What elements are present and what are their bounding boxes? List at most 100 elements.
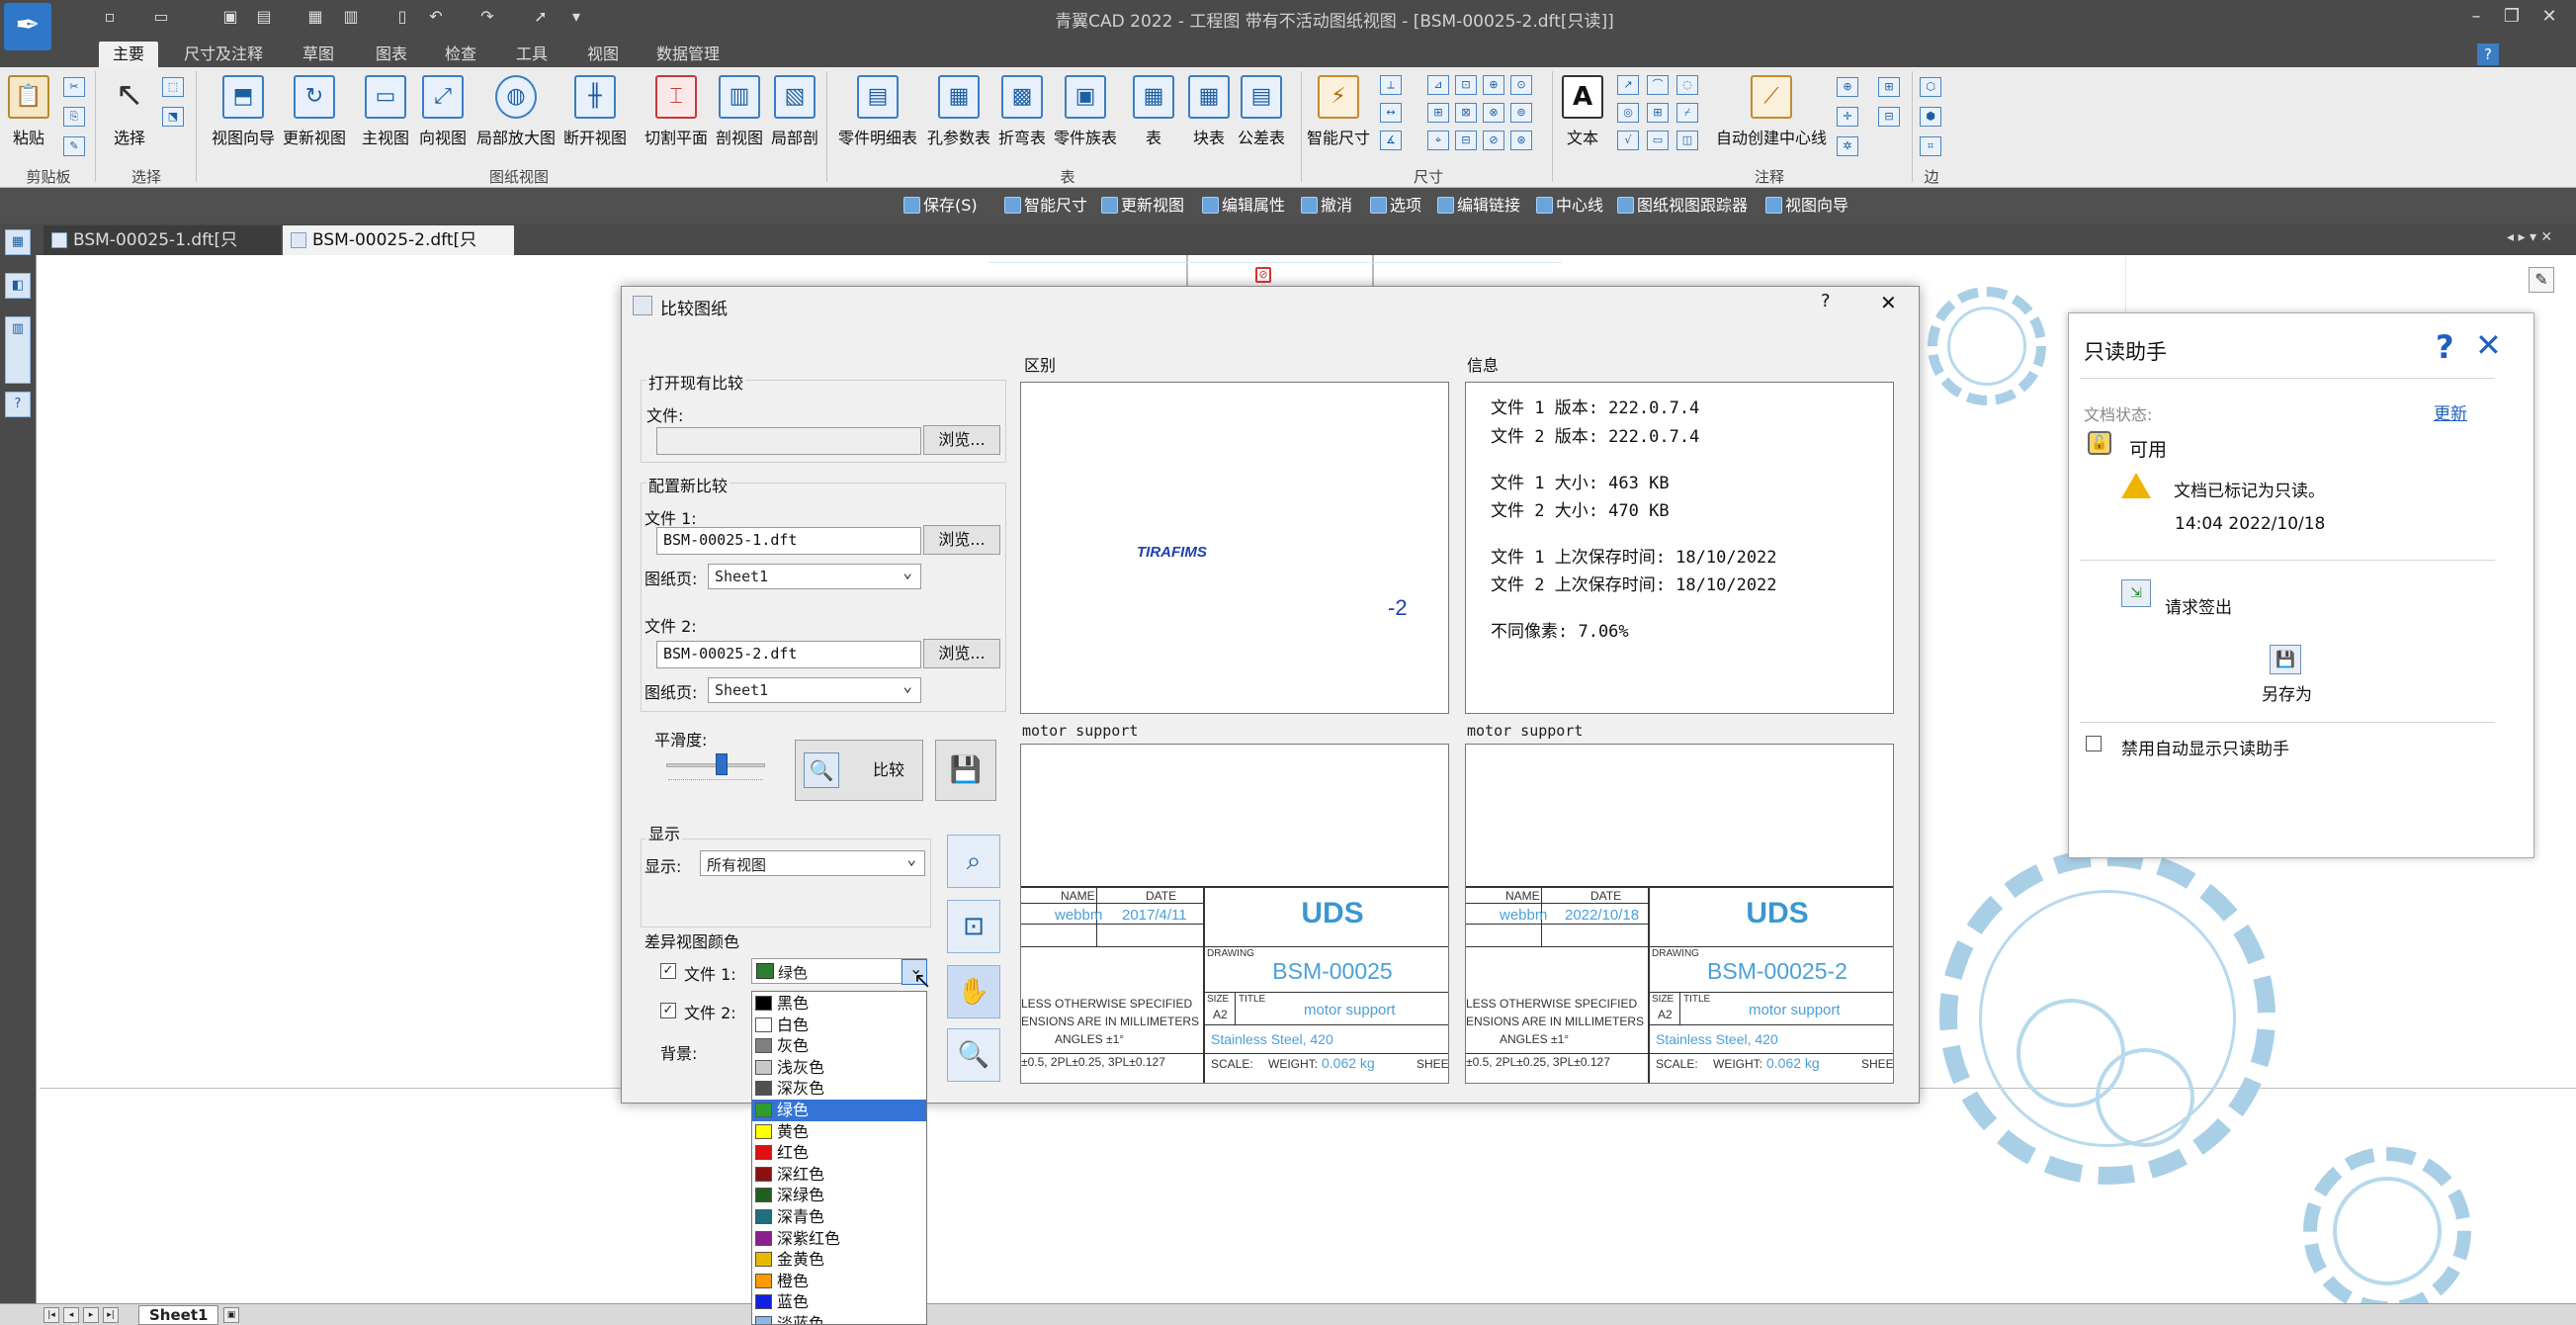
update-view-button[interactable]: ↻ 更新视图: [283, 75, 346, 148]
broken-view-button[interactable]: ╫ 断开视图: [563, 75, 627, 148]
table-icon[interactable]: ▦: [304, 6, 326, 28]
dim-tool-icon[interactable]: ⊠: [1455, 103, 1477, 123]
main-view-button[interactable]: ▭ 主视图: [362, 75, 409, 148]
preview1-panel[interactable]: NAME DATE webbm 2017/4/11 UDS DRAWING BS…: [1020, 744, 1449, 1084]
color-option[interactable]: 白色: [752, 1015, 926, 1036]
bend-table-button[interactable]: ▩ 折弯表: [998, 75, 1046, 148]
cutting-plane-button[interactable]: ⌶ 切割平面: [644, 75, 708, 148]
color-option[interactable]: 绿色: [752, 1100, 926, 1121]
dim-tool-icon[interactable]: ⊛: [1510, 131, 1532, 150]
dim-tool-icon[interactable]: ⊿: [1427, 75, 1449, 95]
add-sheet-icon[interactable]: ▣: [223, 1307, 239, 1323]
diff-preview-panel[interactable]: [1020, 382, 1449, 714]
tab-inspect[interactable]: 检查: [431, 42, 490, 67]
dim-tool-icon[interactable]: ⌖: [1427, 131, 1449, 150]
pathfinder-icon[interactable]: ▦: [5, 229, 31, 255]
tolerance-table-button[interactable]: ▤ 公差表: [1238, 75, 1285, 148]
last-sheet-icon[interactable]: ▸|: [103, 1307, 119, 1323]
file1-input[interactable]: BSM-00025-1.dft: [656, 527, 921, 555]
helper-close-icon[interactable]: ✕: [2475, 326, 2502, 364]
save-as-icon[interactable]: 💾: [2270, 645, 2301, 674]
hole-table-button[interactable]: ▦ 孔参数表: [927, 75, 990, 148]
checkout-icon[interactable]: ⇲: [2121, 579, 2151, 607]
cmd-smart-dimension[interactable]: 智能尺寸: [1002, 194, 1087, 218]
smart-dimension-button[interactable]: ⚡ 智能尺寸: [1307, 75, 1370, 148]
surface-texture-icon[interactable]: √: [1617, 131, 1639, 150]
select-filter-icon[interactable]: ⬚: [162, 77, 184, 97]
sheet-tab[interactable]: Sheet1: [138, 1305, 219, 1325]
direction-view-button[interactable]: ⤢ 向视图: [419, 75, 467, 148]
print-icon[interactable]: ▥: [340, 6, 362, 28]
detail-view-button[interactable]: ◍ 局部放大图: [476, 75, 556, 148]
edge-tool-icon[interactable]: ⬡: [1920, 77, 1941, 97]
doc-tab-file2[interactable]: BSM-00025-2.dft[只读]✕: [283, 225, 514, 280]
tab-view[interactable]: 视图: [573, 42, 633, 67]
paste-button[interactable]: 📋 粘贴: [8, 75, 49, 148]
undo-icon[interactable]: ↶: [425, 6, 447, 28]
dim-tool-icon[interactable]: ⊡: [1455, 75, 1477, 95]
chamfer-icon[interactable]: ⌿: [1676, 103, 1698, 123]
dim-tool-icon[interactable]: ↔: [1380, 103, 1402, 123]
copy-icon[interactable]: ⎘: [63, 107, 85, 127]
bolt-hole-icon[interactable]: ✲: [1837, 136, 1858, 156]
new-file-icon[interactable]: ▫: [99, 6, 121, 28]
color-option[interactable]: 深红色: [752, 1164, 926, 1186]
browse-existing-button[interactable]: 浏览...: [923, 425, 1000, 455]
datum-icon[interactable]: ⊞: [1647, 103, 1669, 123]
color-option[interactable]: 深紫红色: [752, 1228, 926, 1250]
library-icon[interactable]: ▥: [5, 316, 31, 384]
center-mark-icon[interactable]: ✛: [1837, 107, 1858, 127]
table-button[interactable]: ▦ 表: [1133, 75, 1174, 148]
save-icon[interactable]: ▣: [219, 6, 241, 28]
browse-file1-button[interactable]: 浏览...: [923, 525, 1000, 555]
cmd-update-view[interactable]: 更新视图: [1099, 194, 1184, 218]
pan-hand-icon[interactable]: ✋: [947, 965, 1000, 1018]
annotation-extra-icon[interactable]: ⊞: [1878, 77, 1900, 97]
family-table-button[interactable]: ▣ 零件族表: [1054, 75, 1117, 148]
open-file-icon[interactable]: ▭: [150, 6, 172, 28]
browse-file2-button[interactable]: 浏览...: [923, 639, 1000, 668]
layers-icon[interactable]: ◧: [5, 273, 31, 299]
file2-input[interactable]: BSM-00025-2.dft: [656, 641, 921, 668]
smoothness-slider[interactable]: [666, 753, 765, 775]
color-option[interactable]: 深灰色: [752, 1078, 926, 1100]
close-window-icon[interactable]: ✕: [2534, 4, 2564, 30]
weld-icon[interactable]: ⌒: [1647, 75, 1669, 95]
dim-tool-icon[interactable]: ⊗: [1483, 103, 1504, 123]
file2-color-checkbox[interactable]: ✓: [660, 1003, 676, 1018]
sheet1-select[interactable]: Sheet1: [708, 563, 921, 589]
cmd-view-tracker[interactable]: 图纸视图跟踪器: [1615, 194, 1748, 218]
dim-tool-icon[interactable]: ∡: [1380, 131, 1402, 150]
color-option[interactable]: 黑色: [752, 993, 926, 1015]
first-sheet-icon[interactable]: |◂: [43, 1307, 59, 1323]
disable-auto-checkbox[interactable]: [2086, 736, 2102, 751]
section-view-button[interactable]: ▥ 剖视图: [716, 75, 763, 148]
customize-quickaccess-icon[interactable]: ▾: [565, 6, 587, 28]
balloon-icon[interactable]: ◎: [1617, 103, 1639, 123]
tab-scroll-icons[interactable]: ◂ ▸ ▾ ✕: [2507, 229, 2552, 245]
zoom-area-icon[interactable]: ⌕: [947, 835, 1000, 888]
zoom-icon[interactable]: 🔍: [947, 1028, 1000, 1082]
cmd-view-wizard[interactable]: 视图向导: [1763, 194, 1848, 218]
cmd-centerline[interactable]: 中心线: [1534, 194, 1603, 218]
display-show-select[interactable]: 所有视图: [700, 849, 925, 876]
edge-tool-icon[interactable]: ⬢: [1920, 107, 1941, 127]
auto-centerline-button[interactable]: ⟋ 自动创建中心线: [1716, 75, 1827, 148]
edge-tool-icon[interactable]: ⌗: [1920, 136, 1941, 156]
tab-tools[interactable]: 工具: [502, 42, 561, 67]
cmd-undo[interactable]: 撤消: [1299, 194, 1352, 218]
app-logo-icon[interactable]: ✒: [4, 3, 51, 50]
help-panel-icon[interactable]: ?: [5, 392, 31, 417]
color-option[interactable]: 淡蓝色: [752, 1313, 926, 1324]
color-option[interactable]: 蓝色: [752, 1291, 926, 1313]
centerline-icon[interactable]: ⊕: [1837, 77, 1858, 97]
doc-tab-file1[interactable]: BSM-00025-1.dft[只读]✕: [43, 225, 281, 280]
preview2-panel[interactable]: NAME DATE webbm 2022/10/18 UDS DRAWING B…: [1465, 744, 1894, 1084]
dim-tool-icon[interactable]: ⊟: [1455, 131, 1477, 150]
dim-tool-icon[interactable]: ⊕: [1483, 75, 1504, 95]
save-comparison-button[interactable]: 💾: [935, 740, 996, 801]
view-wizard-button[interactable]: ⬒ 视图向导: [212, 75, 275, 148]
color-dropdown-list[interactable]: 黑色 白色 灰色 浅灰色 深灰色 绿色 黄色 红色 深红色 深绿色 深青色 深紫红色 金黄色 橙色 蓝色 淡蓝…: [751, 991, 927, 1325]
edge-icon[interactable]: ◌: [1676, 75, 1698, 95]
cmd-save[interactable]: 保存(S): [902, 194, 978, 218]
